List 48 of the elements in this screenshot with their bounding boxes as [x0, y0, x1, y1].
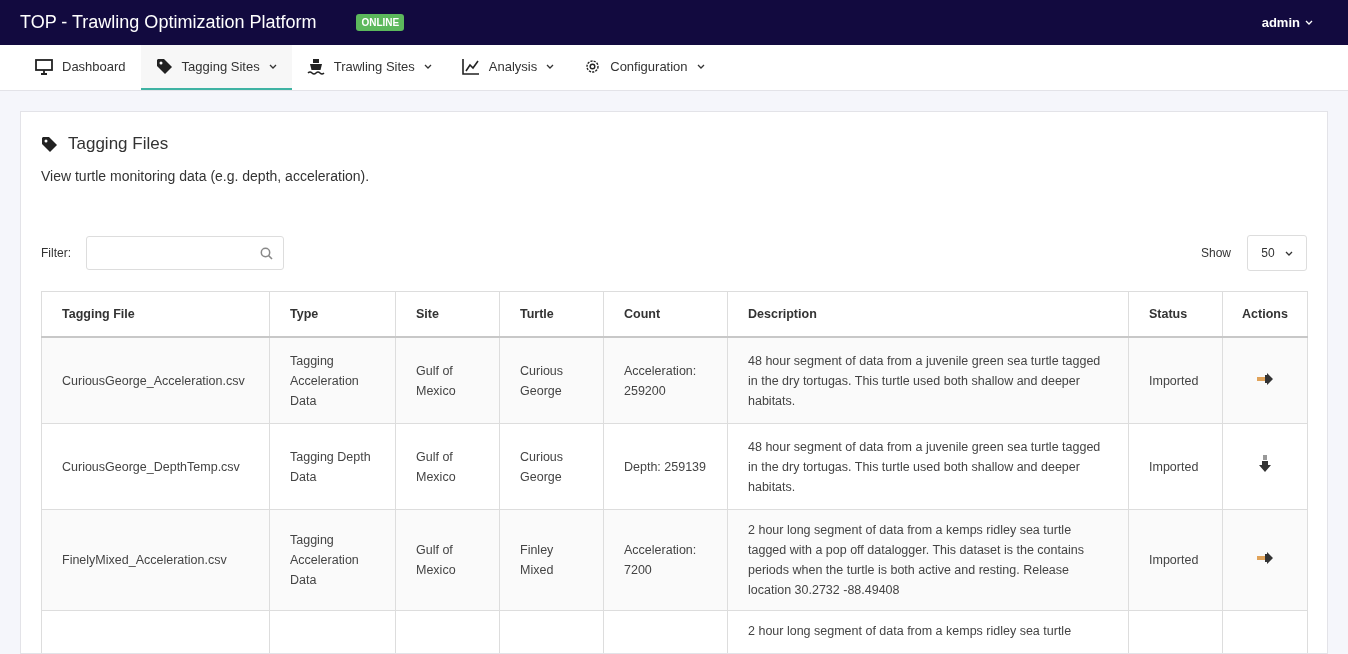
filter-field[interactable] [86, 236, 284, 270]
status-text: Imported [1149, 459, 1199, 474]
nav-tab[interactable]: Tagging Sites [140, 45, 292, 90]
user-menu[interactable]: admin [1261, 15, 1313, 30]
description: 2 hour long segment of data from a kemps ridley sea turtle tagged with a pop off datalogger. This dataset is the contains periods when the turtle is both active and resting. Release location 30.2732 -88.49408 [748, 523, 1084, 597]
arrow-right-icon[interactable] [1256, 552, 1274, 564]
nav-tab[interactable]: Dashboard [20, 45, 141, 90]
chevron-down-icon [1305, 20, 1313, 25]
description: 48 hour segment of data from a juvenile green sea turtle tagged in the dry tortugas. This turtle used both shallow and deeper habitats. [748, 353, 1101, 408]
turtle-name: Finley Mixed [520, 543, 554, 577]
show-label: Show [1200, 246, 1231, 260]
file-name: CuriousGeorge_DepthTemp.csv [62, 459, 240, 474]
chevron-down-icon [1284, 250, 1293, 256]
record-count: Depth: 259139 [624, 459, 706, 474]
turtle-name: Curious George [520, 363, 564, 398]
monitor-icon [35, 58, 53, 75]
card-subtitle: View turtle monitoring data (e.g. depth, acceleration). [41, 168, 371, 184]
site-name: Gulf of Mexico [416, 449, 456, 484]
file-type: Tagging Depth Data [290, 449, 371, 484]
arrow-right-icon[interactable] [1256, 372, 1274, 385]
turtle-name: Curious George [520, 449, 564, 484]
nav-tab[interactable]: Configuration [569, 45, 720, 90]
nav-tab[interactable]: Trawling Sites [291, 45, 447, 90]
status-text: Imported [1149, 373, 1199, 388]
arrow-down-icon[interactable] [1259, 455, 1271, 472]
file-name: FinelyMixed_Acceleration.csv [62, 553, 227, 567]
record-count: Acceleration: 7200 [624, 543, 697, 577]
filter-label: Filter: [41, 246, 71, 260]
card-title: Tagging Files [68, 134, 169, 154]
file-type: Tagging Acceleration Data [290, 533, 359, 587]
site-name: Gulf of Mexico [416, 363, 456, 398]
tag-icon [155, 58, 173, 75]
ship-icon [306, 58, 325, 75]
line-chart-icon [461, 58, 480, 75]
tag-icon [41, 135, 58, 153]
status-text: Imported [1149, 553, 1199, 567]
page-size-select[interactable]: 50 [1247, 235, 1307, 271]
app-title: TOP - Trawling Optimization Platform [20, 12, 317, 33]
nav-tab[interactable]: Analysis [446, 45, 570, 90]
site-name: Gulf of Mexico [416, 543, 456, 577]
status-badge: ONLINE [356, 14, 405, 31]
settings-icon [584, 58, 602, 75]
record-count: Acceleration: 259200 [624, 363, 697, 398]
description: 2 hour long segment of data from a kemps ridley sea turtle [748, 624, 1072, 638]
search-icon [260, 246, 273, 260]
file-name: CuriousGeorge_Acceleration.csv [62, 373, 245, 388]
file-type: Tagging Acceleration Data [290, 353, 359, 408]
description: 48 hour segment of data from a juvenile green sea turtle tagged in the dry tortugas. This turtle used both shallow and deeper habitats. [748, 439, 1101, 494]
